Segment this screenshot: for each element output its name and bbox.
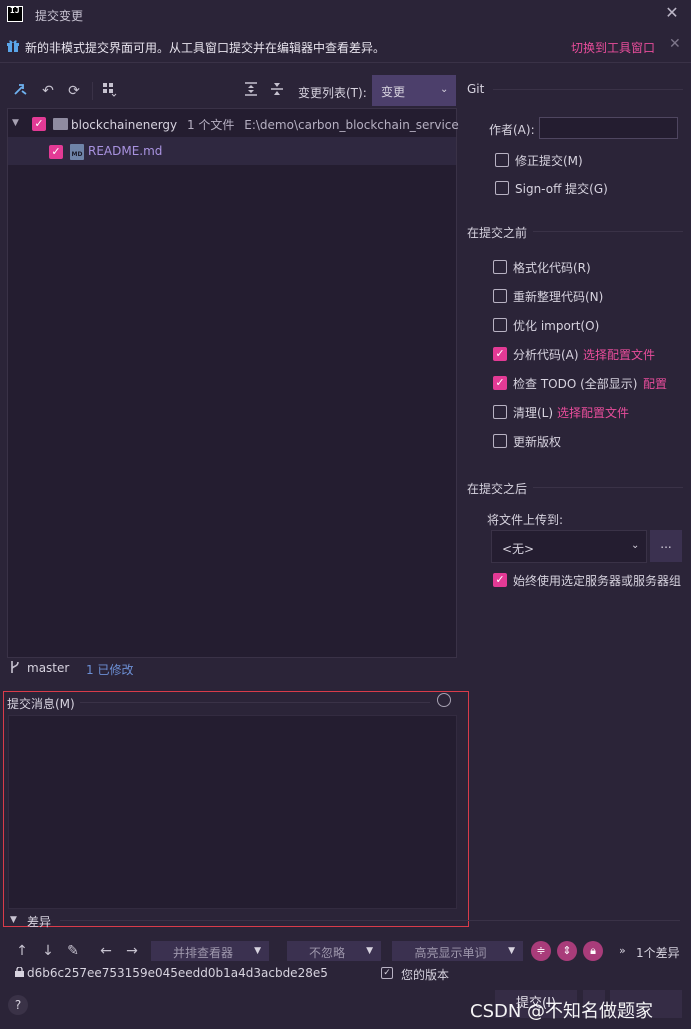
arrow-left-icon[interactable]: ← (96, 941, 116, 961)
upload-server-select[interactable]: <无> (491, 530, 647, 563)
ignore-value: 不忽略 (308, 946, 345, 960)
analyze-checkbox[interactable]: ✓ (493, 347, 507, 361)
todo-checkbox[interactable]: ✓ (493, 376, 507, 390)
edit-icon[interactable]: ✎ (63, 941, 83, 961)
reformat-label[interactable]: 格式化代码(R) (513, 259, 591, 276)
analyze-label[interactable]: 分析代码(A) (513, 346, 579, 363)
branch-name[interactable]: master (27, 661, 69, 675)
always-use-label[interactable]: 始终使用选定服务器或服务器组 (513, 572, 681, 589)
highlight-value: 高亮显示单词 (414, 946, 487, 960)
chevron-down-icon: ▼ (508, 946, 515, 956)
window-title: 提交变更 (35, 9, 84, 23)
root-checkbox[interactable]: ✓ (32, 117, 46, 131)
amend-checkbox[interactable] (495, 153, 509, 167)
group-by-label: 变更列表(T): (298, 86, 367, 100)
signoff-label[interactable]: Sign-off 提交(G) (515, 180, 608, 197)
file-checkbox[interactable]: ✓ (49, 145, 63, 159)
chevron-down-icon: ▼ (254, 946, 261, 956)
signoff-checkbox[interactable] (495, 181, 509, 195)
clock-icon[interactable] (437, 693, 451, 707)
switch-to-toolwindow-link[interactable]: 切换到工具窗口 (571, 39, 655, 56)
commit-hash: d6b6c257ee753159e045eedd0b1a4d3acbde28e5 (27, 966, 328, 980)
rearrange-label[interactable]: 重新整理代码(N) (513, 288, 603, 305)
gift-icon (7, 40, 19, 52)
cleanup-profile-link[interactable]: 选择配置文件 (557, 404, 629, 421)
expand-all-icon[interactable] (241, 81, 261, 101)
upload-label: 将文件上传到: (487, 513, 564, 527)
collapse-unchanged-icon[interactable]: ≑ (531, 941, 551, 961)
always-use-checkbox[interactable]: ✓ (493, 573, 507, 587)
folder-icon (53, 118, 68, 130)
copyright-label[interactable]: 更新版权 (513, 433, 561, 450)
divider (60, 920, 680, 921)
module-path: E:\demo\carbon_blockchain_service (244, 118, 459, 132)
optimize-imports-label[interactable]: 优化 import(O) (513, 317, 599, 334)
pull-changes-icon[interactable] (11, 81, 31, 101)
arrow-up-icon[interactable]: ↑ (12, 941, 32, 961)
optimize-imports-checkbox[interactable] (493, 318, 507, 332)
file-name[interactable]: README.md (88, 144, 162, 158)
toolbar-separator (92, 82, 93, 100)
changes-tree (7, 108, 457, 658)
author-label: 作者(A): (489, 123, 535, 137)
author-input[interactable] (539, 117, 678, 139)
collapse-all-icon[interactable] (267, 81, 287, 101)
help-button[interactable]: ? (8, 995, 28, 1015)
lock-icon[interactable]: 🔒︎ (583, 941, 603, 961)
cleanup-label[interactable]: 清理(L) (513, 404, 553, 421)
analyze-profile-link[interactable]: 选择配置文件 (583, 346, 655, 363)
git-header: Git (467, 82, 485, 96)
your-version-checkbox[interactable]: ✓ (381, 967, 393, 979)
viewer-select[interactable]: 并排查看器 ▼ (151, 941, 269, 961)
highlight-select[interactable]: 高亮显示单词 ▼ (392, 941, 523, 961)
diff-count: 1个差异 (636, 946, 680, 960)
amend-label[interactable]: 修正提交(M) (515, 152, 583, 169)
banner-close-icon[interactable]: ✕ (669, 36, 681, 52)
divider (0, 62, 691, 63)
reformat-checkbox[interactable] (493, 260, 507, 274)
ignore-select[interactable]: 不忽略 ▼ (287, 941, 381, 961)
divider (533, 487, 683, 488)
rollback-icon[interactable]: ↶ (38, 81, 58, 101)
arrow-down-icon[interactable]: ↓ (38, 941, 58, 961)
chevron-right-icon[interactable]: » (619, 944, 626, 957)
close-icon[interactable]: ✕ (662, 3, 682, 25)
chevron-down-icon[interactable]: ▼ (10, 915, 17, 925)
file-count: 1 个文件 (186, 118, 235, 132)
viewer-value: 并排查看器 (172, 946, 233, 960)
divider (493, 89, 683, 90)
watermark: CSDN @不知名做题家 (470, 1001, 654, 1022)
rearrange-checkbox[interactable] (493, 289, 507, 303)
module-name: blockchainenergy (71, 118, 178, 132)
group-by-icon[interactable] (99, 81, 119, 101)
cleanup-checkbox[interactable] (493, 405, 507, 419)
divider (533, 231, 683, 232)
modified-count: 1 已修改 (86, 663, 134, 677)
tree-root-row[interactable]: blockchainenergy 1 个文件 E:\demo\carbon_bl… (71, 116, 459, 133)
lock-icon (15, 967, 24, 977)
branch-icon (9, 660, 20, 678)
diff-section-label[interactable]: 差异 (27, 913, 51, 930)
your-version-label: 您的版本 (401, 968, 450, 982)
banner-text: 新的非模式提交界面可用。从工具窗口提交并在编辑器中查看差异。 (25, 41, 386, 55)
markdown-file-icon: MD (70, 144, 84, 160)
sync-scroll-icon[interactable]: ⇕ (557, 941, 577, 961)
refresh-icon[interactable]: ⟳ (64, 81, 84, 101)
before-commit-header: 在提交之前 (467, 226, 528, 240)
after-commit-header: 在提交之后 (467, 482, 528, 496)
intellij-logo-icon: IJ (7, 6, 23, 22)
chevron-down-icon[interactable]: ▼ (12, 118, 19, 128)
divider (80, 702, 430, 703)
todo-config-link[interactable]: 配置 (643, 375, 667, 392)
chevron-down-icon: ⌄ (631, 540, 640, 551)
todo-label[interactable]: 检查 TODO (全部显示) (513, 375, 637, 392)
title-bar (0, 0, 691, 30)
commit-message-label: 提交消息(M) (7, 697, 75, 711)
commit-message-input[interactable] (8, 715, 457, 909)
arrow-right-icon[interactable]: → (122, 941, 142, 961)
copyright-checkbox[interactable] (493, 434, 507, 448)
chevron-down-icon: ⌄ (440, 84, 449, 95)
chevron-down-icon: ▼ (366, 946, 373, 956)
browse-button[interactable]: ... (650, 530, 682, 562)
